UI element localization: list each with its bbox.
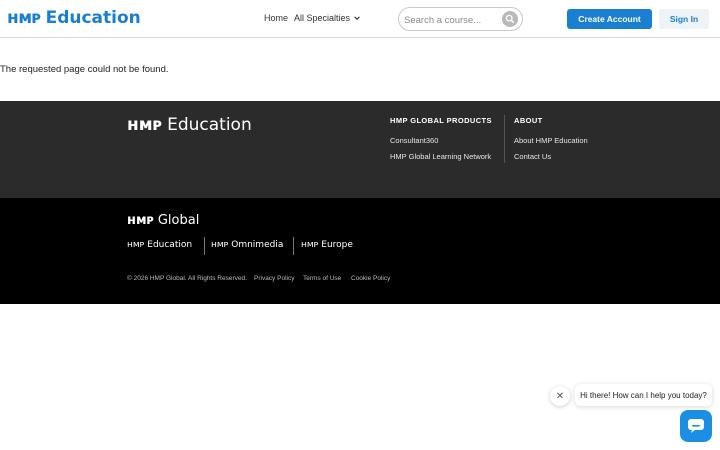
search-button[interactable] — [502, 11, 518, 27]
chat-greeting-text: Hi there! How can I help you today? — [580, 390, 707, 400]
footer-link-learning-network[interactable]: HMP Global Learning Network — [390, 152, 491, 161]
chevron-down-icon — [354, 16, 360, 20]
global-logo-mark: ʜᴍᴘ — [127, 213, 154, 228]
brand-hmp-europe[interactable]: ʜᴍᴘ Europe — [301, 240, 353, 250]
logo-mark: ʜᴍᴘ — [7, 8, 41, 28]
footer-link-contact[interactable]: Contact Us — [514, 152, 551, 161]
footer-logo-mark: ʜᴍᴘ — [127, 115, 163, 135]
create-account-button[interactable]: Create Account — [567, 9, 652, 29]
brand-hmp-omnimedia[interactable]: ʜᴍᴘ Omnimedia — [211, 240, 283, 250]
nav-all-specialties-label: All Specialties — [294, 13, 351, 23]
search-input[interactable] — [404, 12, 499, 28]
products-heading: HMP GLOBAL PRODUCTS — [390, 116, 492, 125]
cookie-policy-link[interactable]: Cookie Policy — [351, 275, 390, 282]
chat-launcher-button[interactable] — [680, 410, 712, 442]
chat-greeting-bubble[interactable]: Hi there! How can I help you today? — [575, 384, 712, 406]
site-footer: ʜᴍᴘ Education HMP GLOBAL PRODUCTS Consul… — [0, 101, 720, 198]
footer-column-divider — [504, 115, 505, 163]
brand-hmp-education[interactable]: ʜᴍᴘ Education — [127, 240, 192, 250]
brand-divider — [293, 237, 294, 255]
terms-of-use-link[interactable]: Terms of Use — [303, 275, 341, 282]
logo-word: Education — [45, 8, 141, 28]
hmp-education-logo[interactable]: ʜᴍᴘ Education — [7, 8, 141, 28]
close-icon: ✕ — [555, 390, 565, 402]
global-footer: ʜᴍᴘ Global ʜᴍᴘ Education ʜᴍᴘ Omnimedia ʜ… — [0, 198, 720, 304]
privacy-policy-link[interactable]: Privacy Policy — [254, 275, 294, 282]
site-header: ʜᴍᴘ Education Home All Specialties Creat… — [0, 0, 720, 38]
global-logo-word: Global — [157, 213, 200, 228]
footer-logo-word: Education — [167, 115, 252, 135]
search-icon — [505, 14, 515, 24]
nav-all-specialties[interactable]: All Specialties — [294, 13, 361, 23]
brand-divider — [204, 237, 205, 255]
footer-hmp-education-logo[interactable]: ʜᴍᴘ Education — [127, 115, 252, 135]
hmp-global-logo[interactable]: ʜᴍᴘ Global — [127, 213, 199, 228]
course-search — [398, 7, 523, 31]
chat-icon — [688, 419, 704, 433]
copyright-text: © 2026 HMP Global. All Rights Reserved. — [127, 275, 247, 282]
chat-close-button[interactable]: ✕ — [550, 386, 570, 406]
footer-link-about[interactable]: About HMP Education — [514, 136, 588, 145]
sign-in-button[interactable]: Sign In — [659, 9, 709, 29]
not-found-message: The requested page could not be found. — [0, 64, 169, 75]
about-heading: ABOUT — [514, 116, 543, 125]
footer-link-consultant360[interactable]: Consultant360 — [390, 136, 438, 145]
nav-home-link[interactable]: Home — [264, 13, 288, 23]
